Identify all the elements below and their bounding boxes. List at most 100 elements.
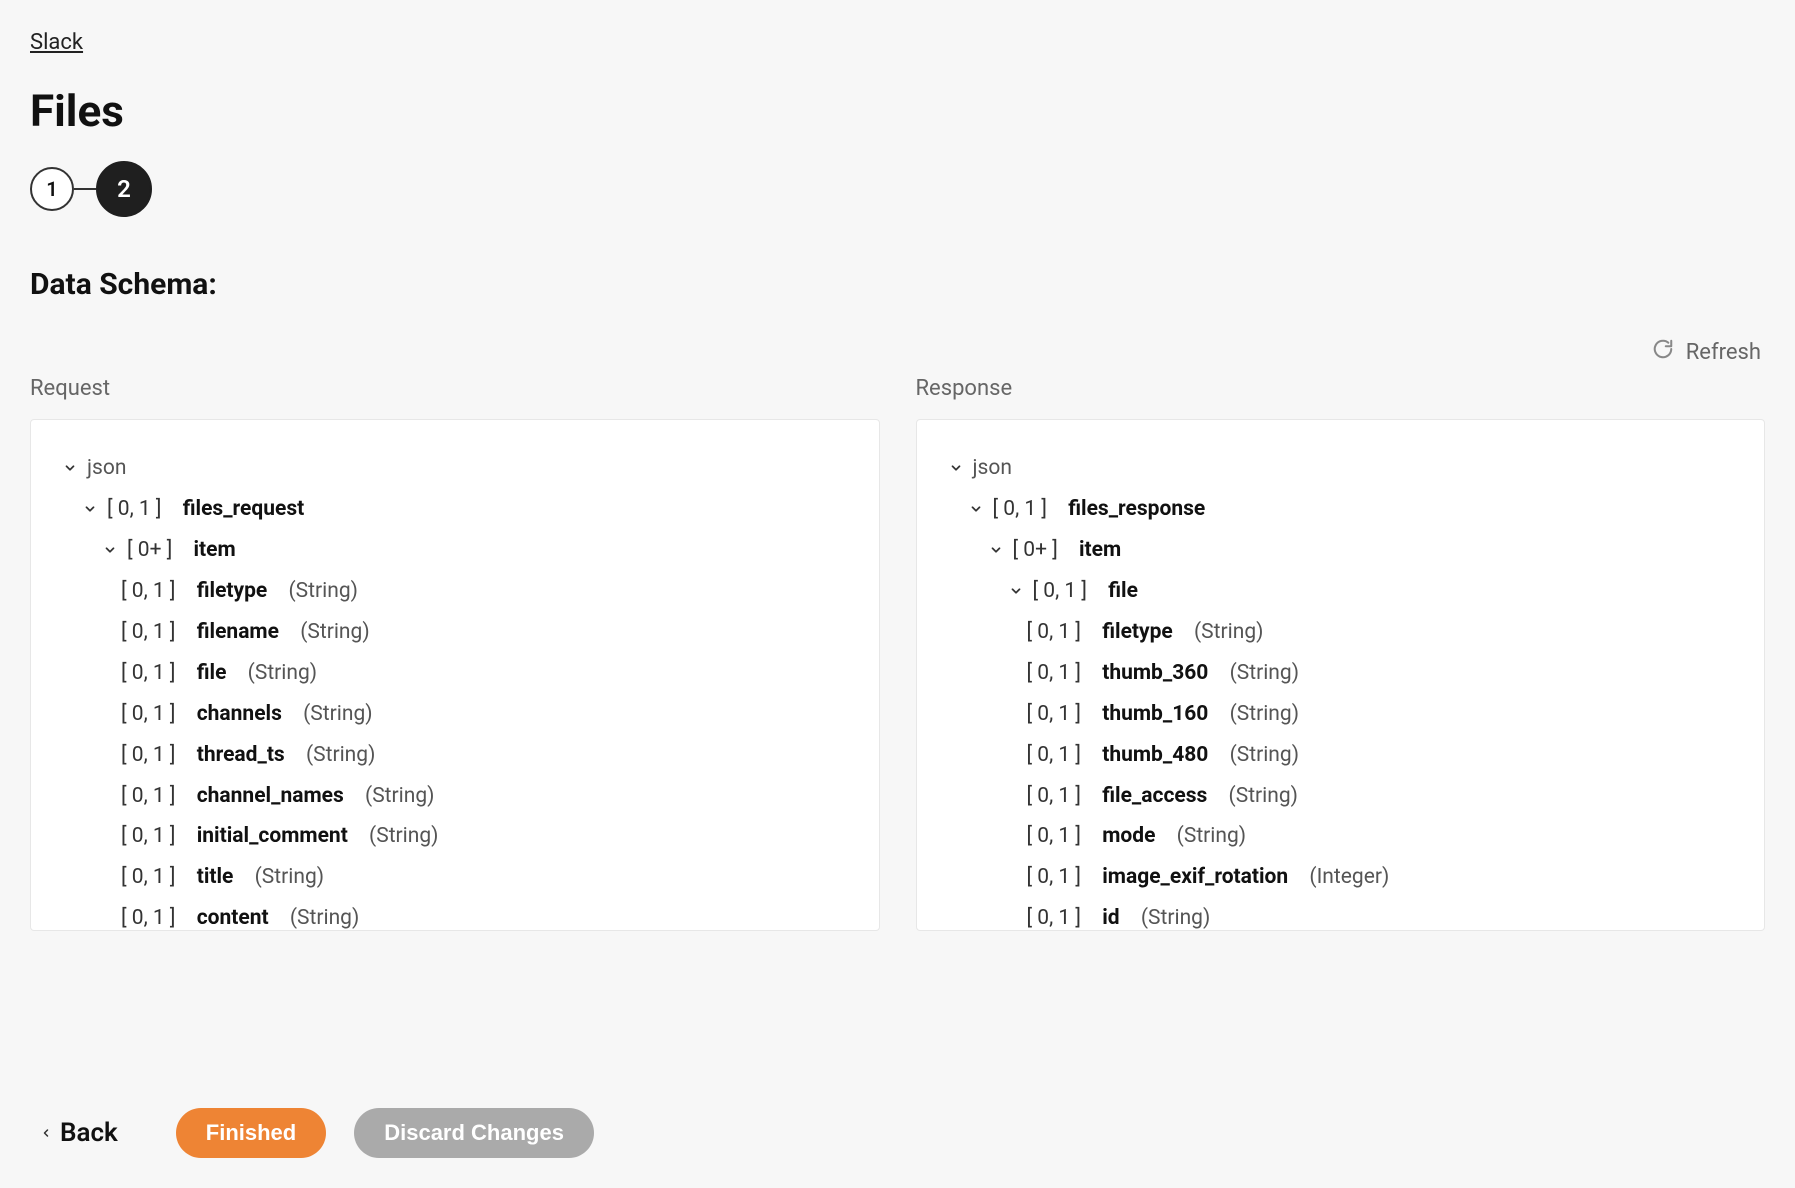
tree-leaf[interactable]: [ 0, 1 ] title (String) [61, 857, 849, 898]
step-1[interactable]: 1 [30, 167, 74, 211]
tree-cardinality: [ 0, 1 ] [121, 694, 176, 735]
tree-name: filetype [197, 571, 268, 612]
tree-type: (String) [300, 612, 369, 653]
tree-name: channels [197, 694, 282, 735]
step-2[interactable]: 2 [96, 161, 152, 217]
tree-name: item [1079, 530, 1121, 571]
back-button[interactable]: Back [40, 1118, 148, 1148]
tree-cardinality: [ 0, 1 ] [1027, 694, 1082, 735]
tree-type: (String) [369, 816, 438, 857]
tree-name: id [1102, 898, 1119, 931]
tree-type: (String) [1194, 612, 1263, 653]
tree-name: initial_comment [197, 816, 348, 857]
tree-cardinality: [ 0, 1 ] [1027, 735, 1082, 776]
tree-label: json [87, 448, 126, 489]
tree-name: file [1108, 571, 1138, 612]
tree-cardinality: [ 0, 1 ] [1027, 612, 1082, 653]
tree-name: mode [1102, 816, 1155, 857]
tree-type: (String) [248, 653, 317, 694]
chevron-down-icon [101, 541, 119, 559]
tree-leaf[interactable]: [ 0, 1 ] initial_comment (String) [61, 816, 849, 857]
tree-type: (String) [1141, 898, 1210, 931]
tree-type: (String) [1230, 653, 1299, 694]
tree-leaf[interactable]: [ 0, 1 ] channel_names (String) [61, 776, 849, 817]
chevron-down-icon [61, 459, 79, 477]
chevron-down-icon [947, 459, 965, 477]
response-header: Response [916, 376, 1766, 401]
tree-type: (String) [306, 735, 375, 776]
tree-name: filename [197, 612, 279, 653]
tree-node-json[interactable]: json [61, 448, 849, 489]
tree-name: thumb_480 [1102, 735, 1208, 776]
tree-name: files_request [183, 489, 305, 530]
tree-type: (String) [288, 571, 357, 612]
tree-name: files_response [1068, 489, 1205, 530]
chevron-left-icon [40, 1118, 52, 1148]
tree-cardinality: [ 0, 1 ] [1027, 776, 1082, 817]
tree-leaf[interactable]: [ 0, 1 ] thumb_160 (String) [947, 694, 1735, 735]
tree-name: channel_names [197, 776, 344, 817]
tree-name: thumb_360 [1102, 653, 1208, 694]
step-connector [74, 188, 96, 190]
tree-cardinality: [ 0, 1 ] [121, 735, 176, 776]
step-indicator: 1 2 [30, 161, 1765, 217]
finished-button[interactable]: Finished [176, 1108, 326, 1158]
request-panel: json [ 0, 1 ] files_request [30, 419, 880, 931]
tree-leaf[interactable]: [ 0, 1 ] file (String) [61, 653, 849, 694]
tree-name: filetype [1102, 612, 1173, 653]
discard-changes-button[interactable]: Discard Changes [354, 1108, 594, 1158]
tree-type: (String) [1229, 776, 1298, 817]
tree-cardinality: [ 0, 1 ] [121, 571, 176, 612]
tree-leaf[interactable]: [ 0, 1 ] filetype (String) [947, 612, 1735, 653]
tree-leaf[interactable]: [ 0, 1 ] thumb_360 (String) [947, 653, 1735, 694]
chevron-down-icon [987, 541, 1005, 559]
section-title: Data Schema: [30, 267, 1765, 302]
tree-cardinality: [ 0, 1 ] [1033, 571, 1088, 612]
tree-node-files-response[interactable]: [ 0, 1 ] files_response [947, 489, 1735, 530]
back-label: Back [60, 1118, 118, 1148]
tree-node-file[interactable]: [ 0, 1 ] file [947, 571, 1735, 612]
tree-leaf[interactable]: [ 0, 1 ] thumb_480 (String) [947, 735, 1735, 776]
tree-cardinality: [ 0, 1 ] [121, 776, 176, 817]
tree-type: (String) [365, 776, 434, 817]
tree-node-files-request[interactable]: [ 0, 1 ] files_request [61, 489, 849, 530]
tree-type: (String) [1230, 735, 1299, 776]
chevron-down-icon [1007, 582, 1025, 600]
chevron-down-icon [81, 500, 99, 518]
tree-leaf[interactable]: [ 0, 1 ] id (String) [947, 898, 1735, 931]
tree-cardinality: [ 0, 1 ] [1027, 898, 1082, 931]
tree-name: file_access [1102, 776, 1207, 817]
tree-name: image_exif_rotation [1102, 857, 1288, 898]
tree-cardinality: [ 0, 1 ] [107, 489, 162, 530]
tree-cardinality: [ 0+ ] [1013, 530, 1058, 571]
tree-cardinality: [ 0+ ] [127, 530, 172, 571]
tree-type: (String) [290, 898, 359, 931]
tree-node-item[interactable]: [ 0+ ] item [61, 530, 849, 571]
breadcrumb-link[interactable]: Slack [30, 30, 1765, 55]
page-title: Files [30, 85, 1765, 137]
tree-name: thumb_160 [1102, 694, 1208, 735]
request-header: Request [30, 376, 880, 401]
tree-leaf[interactable]: [ 0, 1 ] file_access (String) [947, 776, 1735, 817]
tree-cardinality: [ 0, 1 ] [121, 857, 176, 898]
refresh-button[interactable]: Refresh [30, 338, 1765, 366]
tree-label: json [973, 448, 1012, 489]
tree-type: (String) [1230, 694, 1299, 735]
tree-cardinality: [ 0, 1 ] [121, 898, 176, 931]
tree-cardinality: [ 0, 1 ] [1027, 816, 1082, 857]
tree-node-json[interactable]: json [947, 448, 1735, 489]
tree-cardinality: [ 0, 1 ] [1027, 653, 1082, 694]
tree-leaf[interactable]: [ 0, 1 ] image_exif_rotation (Integer) [947, 857, 1735, 898]
tree-leaf[interactable]: [ 0, 1 ] mode (String) [947, 816, 1735, 857]
tree-node-item[interactable]: [ 0+ ] item [947, 530, 1735, 571]
tree-cardinality: [ 0, 1 ] [993, 489, 1048, 530]
tree-cardinality: [ 0, 1 ] [1027, 857, 1082, 898]
tree-cardinality: [ 0, 1 ] [121, 653, 176, 694]
tree-leaf[interactable]: [ 0, 1 ] content (String) [61, 898, 849, 931]
tree-leaf[interactable]: [ 0, 1 ] channels (String) [61, 694, 849, 735]
tree-name: title [197, 857, 234, 898]
tree-name: content [197, 898, 269, 931]
tree-leaf[interactable]: [ 0, 1 ] filename (String) [61, 612, 849, 653]
tree-leaf[interactable]: [ 0, 1 ] thread_ts (String) [61, 735, 849, 776]
tree-leaf[interactable]: [ 0, 1 ] filetype (String) [61, 571, 849, 612]
